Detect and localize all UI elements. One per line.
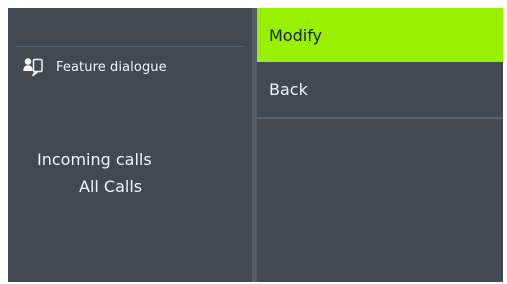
info-panel: Feature dialogue Incoming calls All Call… [8, 8, 252, 282]
person-chat-icon [22, 56, 44, 78]
menu-item-back[interactable]: Back [257, 63, 503, 115]
softkey-menu: Modify Back [257, 8, 503, 282]
incoming-calls-value: All Calls [79, 177, 143, 196]
feature-dialogue-label: Feature dialogue [56, 59, 167, 75]
menu-divider [257, 117, 503, 119]
divider [16, 46, 244, 47]
phone-display: Feature dialogue Incoming calls All Call… [8, 8, 503, 282]
feature-dialogue-header: Feature dialogue [22, 56, 167, 78]
incoming-calls-label: Incoming calls [37, 150, 152, 169]
menu-item-modify[interactable]: Modify [257, 8, 503, 62]
